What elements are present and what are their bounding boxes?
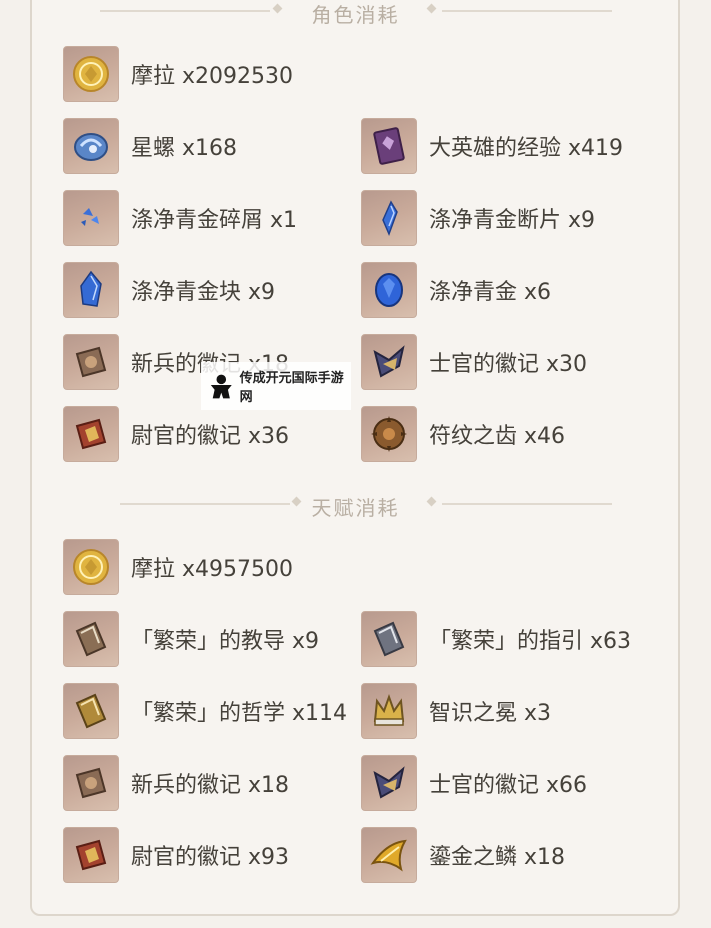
runic-fang-icon xyxy=(361,406,417,462)
list-item: 士官的徽记 x30 xyxy=(361,334,587,390)
item-label: 「繁荣」的指引 x63 xyxy=(429,629,632,654)
list-item: 「繁荣」的教导 x9 xyxy=(63,611,319,667)
item-label: 士官的徽记 x30 xyxy=(429,352,588,377)
item-label: 尉官的徽记 x93 xyxy=(131,845,290,870)
list-item: 涤净青金 x6 xyxy=(361,262,551,318)
item-label: 涤净青金 x6 xyxy=(429,280,552,305)
list-item: 新兵的徽记 x18 xyxy=(63,755,289,811)
meeple-icon xyxy=(210,374,232,399)
watermark-text: 传成开元国际手游网 xyxy=(239,371,344,405)
item-label: 涤净青金块 x9 xyxy=(131,280,276,305)
item-label: 鎏金之鳞 x18 xyxy=(429,845,566,870)
item-label: 「繁荣」的教导 x9 xyxy=(131,629,320,654)
item-label: 智识之冕 x3 xyxy=(429,701,552,726)
list-item: 符纹之齿 x46 xyxy=(361,406,565,462)
crown-of-insight-icon xyxy=(361,683,417,739)
gilded-scale-icon xyxy=(361,827,417,883)
list-item: 智识之冕 x3 xyxy=(361,683,551,739)
lazurite-chunk-icon xyxy=(63,262,119,318)
starconch-icon xyxy=(63,118,119,174)
lazurite-gemstone-icon xyxy=(361,262,417,318)
item-label: 涤净青金碎屑 x1 xyxy=(131,208,298,233)
lazurite-fragment-icon xyxy=(361,190,417,246)
mora-coin-icon xyxy=(63,46,119,102)
list-item: 尉官的徽记 x93 xyxy=(63,827,289,883)
list-item: 摩拉 x4957500 xyxy=(63,539,293,595)
item-label: 涤净青金断片 x9 xyxy=(429,208,596,233)
list-item: 尉官的徽记 x36 xyxy=(63,406,289,462)
item-label: 「繁荣」的哲学 x114 xyxy=(131,701,348,726)
item-label: 符纹之齿 x46 xyxy=(429,424,566,449)
section-title-talent: 天赋消耗 xyxy=(311,496,400,520)
item-label: 尉官的徽记 x36 xyxy=(131,424,290,449)
list-item: 「繁荣」的哲学 x114 xyxy=(63,683,347,739)
item-label: 新兵的徽记 x18 xyxy=(131,773,290,798)
section-divider-character: 角色消耗 xyxy=(0,0,711,27)
item-label: 摩拉 x2092530 xyxy=(131,64,293,89)
list-item: 「繁荣」的指引 x63 xyxy=(361,611,631,667)
list-item: 涤净青金碎屑 x1 xyxy=(63,190,297,246)
list-item: 摩拉 x2092530 xyxy=(63,46,293,102)
section-title-character: 角色消耗 xyxy=(311,3,400,27)
item-label: 大英雄的经验 x419 xyxy=(429,136,624,161)
item-label: 士官的徽记 x66 xyxy=(429,773,588,798)
lieutenant-insignia-icon xyxy=(63,406,119,462)
list-item: 星螺 x168 xyxy=(63,118,237,174)
list-item: 鎏金之鳞 x18 xyxy=(361,827,565,883)
heros-wit-book-icon xyxy=(361,118,417,174)
prosperity-philosophies-icon xyxy=(63,683,119,739)
item-label: 摩拉 x4957500 xyxy=(131,557,293,582)
sergeant-insignia-icon xyxy=(361,334,417,390)
lieutenant-insignia-icon xyxy=(63,827,119,883)
list-item: 士官的徽记 x66 xyxy=(361,755,587,811)
recruit-insignia-icon xyxy=(63,334,119,390)
section-divider-talent: 天赋消耗 xyxy=(0,492,711,520)
prosperity-teachings-icon xyxy=(63,611,119,667)
sergeant-insignia-icon xyxy=(361,755,417,811)
recruit-insignia-icon xyxy=(63,755,119,811)
prosperity-guide-icon xyxy=(361,611,417,667)
list-item: 涤净青金块 x9 xyxy=(63,262,275,318)
list-item: 涤净青金断片 x9 xyxy=(361,190,595,246)
mora-coin-icon xyxy=(63,539,119,595)
watermark: 传成开元国际手游网 xyxy=(201,362,351,410)
list-item: 大英雄的经验 x419 xyxy=(361,118,623,174)
lazurite-sliver-icon xyxy=(63,190,119,246)
item-label: 星螺 x168 xyxy=(131,136,238,161)
